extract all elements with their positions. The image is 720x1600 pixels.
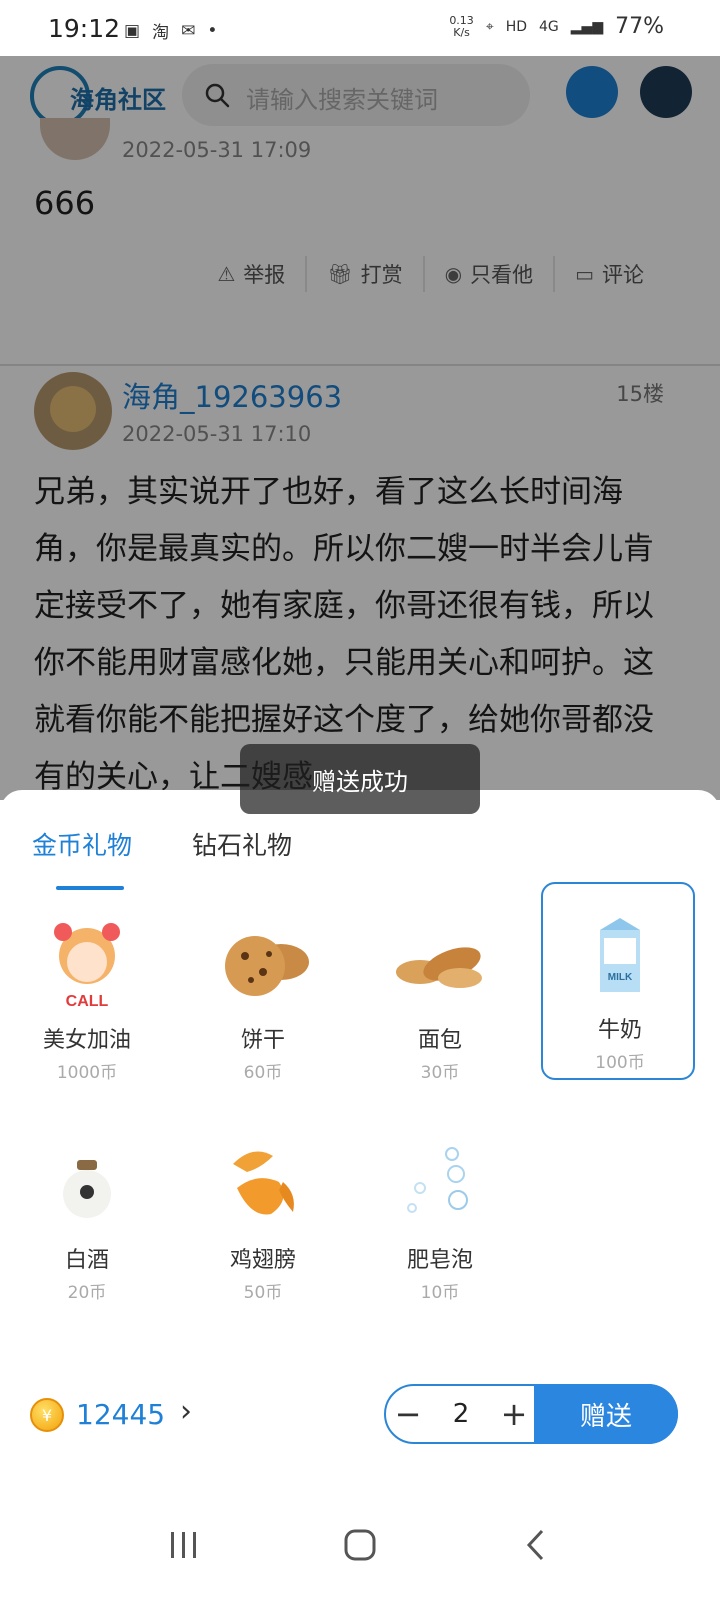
gift-item[interactable]: 肥皂泡 10币 [363,1114,517,1312]
gift-name: 饼干 [240,1028,285,1053]
gift-name: 面包 [417,1028,462,1053]
gift-name: 白酒 [64,1248,109,1273]
gift-name: 美女加油 [42,1028,131,1053]
battery-level: 77% [615,14,664,39]
decrement-button[interactable]: − [386,1386,430,1442]
gift-name: 肥皂泡 [406,1248,473,1273]
gift-name: 鸡翅膀 [229,1248,296,1273]
toast-message: 赠送成功 [240,744,480,814]
home-icon[interactable] [336,1521,384,1569]
system-nav-bar [0,1490,720,1600]
gift-price: 20币 [67,1283,107,1303]
tab-coin-gifts[interactable]: 金币礼物 [32,826,132,890]
status-right: 0.13 K/s ⌖ HD 4G ▂▄▆ 77% [449,14,664,39]
liquor-jar-icon [63,1160,111,1218]
soap-bubble-icon [407,1147,468,1213]
send-gift-button[interactable]: 赠送 [534,1384,678,1444]
dot-icon: • [207,20,218,41]
gift-item[interactable]: 面包 30币 [363,894,517,1092]
status-bar: 19:12 ▣ 淘 ✉ • 0.13 K/s ⌖ HD 4G ▂▄▆ 77% [0,0,720,56]
modal-backdrop[interactable] [0,56,720,800]
wechat-icon: ✉ [181,20,196,41]
gift-item[interactable]: 白酒 20币 [10,1114,164,1312]
milk-carton-icon: MILK [600,918,640,992]
recent-apps-icon[interactable] [160,1521,208,1569]
gift-name: 牛奶 [597,1018,642,1043]
signal-type: 4G [539,18,559,35]
gift-price: 50币 [243,1283,283,1303]
coin-icon: ¥ [30,1398,64,1432]
taobao-icon: 淘 [152,23,170,43]
chevron-right-icon[interactable]: › [180,1394,192,1429]
bread-icon [396,947,482,988]
back-icon[interactable] [512,1521,560,1569]
gift-price: 60币 [243,1063,283,1083]
chicken-wing-icon [233,1151,294,1215]
cheer-girl-icon: CALL [54,923,120,1010]
hd-label: HD [505,18,528,35]
gift-price: 1000币 [56,1063,118,1083]
gift-price: 100币 [595,1053,645,1073]
notification-icons: ▣ 淘 ✉ • [124,18,218,44]
tab-diamond-gifts[interactable]: 钻石礼物 [192,826,292,890]
increment-button[interactable]: + [492,1386,536,1442]
gift-price: 30币 [420,1063,460,1083]
gift-item[interactable]: 鸡翅膀 50币 [186,1114,340,1312]
gift-tabs: 金币礼物 钻石礼物 [32,826,292,890]
quantity-value[interactable]: 2 [430,1386,492,1442]
svg-text:MILK: MILK [608,972,633,983]
signal-icon: ▂▄▆ [570,18,604,35]
location-icon: ⌖ [485,18,494,35]
gift-sheet: 金币礼物 钻石礼物 CALL 美女加油 1000币 饼干 60币 面包 30币 … [0,790,720,1600]
status-time: 19:12 [48,14,121,43]
svg-text:CALL: CALL [66,993,109,1010]
gallery-icon: ▣ [124,20,141,41]
gift-item[interactable]: 饼干 60币 [186,894,340,1092]
cookie-icon [225,936,309,996]
coin-balance[interactable]: 12445 [76,1398,165,1431]
gift-item-selected[interactable]: MILK 牛奶 100币 [541,882,695,1080]
net-speed: 0.13 K/s [449,13,474,39]
gift-price: 10币 [420,1283,460,1303]
gift-item[interactable]: CALL 美女加油 1000币 [10,894,164,1092]
